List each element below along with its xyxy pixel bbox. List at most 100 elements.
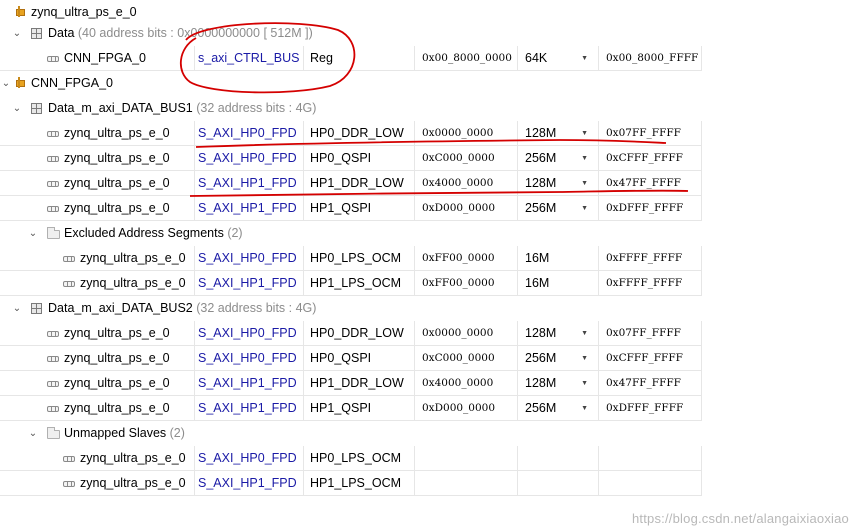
item-count: (2) [227,226,243,240]
cell-interface: S_AXI_HP0_FPD [195,246,304,271]
tree-node-excluded-segments[interactable]: ⌄ Excluded Address Segments (2) [0,221,702,246]
table-row[interactable]: zynq_ultra_ps_e_0 S_AXI_HP1_FPD HP1_DDR_… [0,371,702,396]
watermark: https://blog.csdn.net/alangaixiaoxiao [632,511,849,526]
cell-interface: S_AXI_HP0_FPD [195,146,304,171]
chevron-down-icon[interactable]: ⌄ [27,221,39,246]
cell-high-address: 0x07FF_FFFF [599,321,702,346]
tree-node-unmapped-slaves[interactable]: ⌄ Unmapped Slaves (2) [0,421,702,446]
cell-offset[interactable]: 0xC000_0000 [415,146,518,171]
cell-high-address: 0xDFFF_FFFF [599,396,702,421]
table-row[interactable]: zynq_ultra_ps_e_0 S_AXI_HP0_FPD HP0_DDR_… [0,121,702,146]
cell-range: 16M [518,271,599,296]
dropdown-arrow-icon[interactable]: ▼ [581,146,588,171]
range-select[interactable]: 128M ▼ [518,321,599,346]
table-row[interactable]: zynq_ultra_ps_e_0 S_AXI_HP1_FPD HP1_QSPI… [0,196,702,221]
cell-name: zynq_ultra_ps_e_0 [80,251,186,265]
cell-segment: HP0_DDR_LOW [304,121,415,146]
cell-segment: HP0_QSPI [304,346,415,371]
cell-segment: HP1_DDR_LOW [304,371,415,396]
cell-name: CNN_FPGA_0 [64,51,146,65]
range-select[interactable]: 256M ▼ [518,146,599,171]
cell-offset[interactable]: 0x4000_0000 [415,371,518,396]
chevron-down-icon[interactable]: ⌄ [27,421,39,446]
item-count: (2) [169,426,185,440]
chevron-down-icon[interactable]: ⌄ [11,296,23,321]
cell-offset[interactable]: 0xD000_0000 [415,196,518,221]
dropdown-arrow-icon[interactable]: ▼ [581,346,588,371]
range-select[interactable]: 256M ▼ [518,196,599,221]
dropdown-arrow-icon[interactable]: ▼ [581,321,588,346]
cell-offset: 0xFF00_0000 [415,271,518,296]
table-row[interactable]: zynq_ultra_ps_e_0 S_AXI_HP1_FPD HP1_DDR_… [0,171,702,196]
segment-icon [63,481,75,487]
chevron-down-icon[interactable]: ⌄ [11,21,23,46]
cell-offset [415,471,518,496]
segment-icon [47,206,59,212]
table-row[interactable]: zynq_ultra_ps_e_0 S_AXI_HP0_FPD HP0_LPS_… [0,246,702,271]
dropdown-arrow-icon[interactable]: ▼ [581,171,588,196]
segment-icon [47,56,59,62]
chevron-down-icon[interactable]: ⌄ [0,71,12,96]
table-row[interactable]: zynq_ultra_ps_e_0 S_AXI_HP1_FPD HP1_QSPI… [0,396,702,421]
cell-offset[interactable]: 0x0000_0000 [415,121,518,146]
segment-icon [47,356,59,362]
range-select[interactable]: 256M ▼ [518,346,599,371]
table-row[interactable]: zynq_ultra_ps_e_0 S_AXI_HP0_FPD HP0_QSPI… [0,146,702,171]
cell-name: zynq_ultra_ps_e_0 [64,201,170,215]
cell-name: zynq_ultra_ps_e_0 [80,476,186,490]
table-row[interactable]: zynq_ultra_ps_e_0 S_AXI_HP0_FPD HP0_QSPI… [0,346,702,371]
cell-high-address: 0xCFFF_FFFF [599,146,702,171]
dropdown-arrow-icon[interactable]: ▼ [581,46,588,71]
node-label: Data_m_axi_DATA_BUS2 (32 address bits : … [48,301,317,315]
cell-segment: HP0_DDR_LOW [304,321,415,346]
cell-range [518,471,599,496]
table-row[interactable]: zynq_ultra_ps_e_0 S_AXI_HP0_FPD HP0_DDR_… [0,321,702,346]
tree-node-cnn-fpga[interactable]: ⌄ CNN_FPGA_0 [0,71,702,96]
range-select[interactable]: 128M ▼ [518,371,599,396]
cell-offset[interactable]: 0x0000_0000 [415,321,518,346]
node-label: Data (40 address bits : 0x0000000000 [ 5… [48,26,313,40]
cell-interface: S_AXI_HP0_FPD [195,321,304,346]
segment-icon [47,331,59,337]
table-row[interactable]: zynq_ultra_ps_e_0 S_AXI_HP0_FPD HP0_LPS_… [0,446,702,471]
cell-offset[interactable]: 0x00_8000_0000 [415,46,518,71]
tree-node-data-bus1[interactable]: ⌄ Data_m_axi_DATA_BUS1 (32 address bits … [0,96,702,121]
cell-interface: S_AXI_HP1_FPD [195,471,304,496]
cell-interface: S_AXI_HP0_FPD [195,346,304,371]
segment-icon [47,181,59,187]
range-select[interactable]: 128M ▼ [518,171,599,196]
cell-offset: 0xFF00_0000 [415,246,518,271]
cell-offset[interactable]: 0xD000_0000 [415,396,518,421]
dropdown-arrow-icon[interactable]: ▼ [581,196,588,221]
cell-name: zynq_ultra_ps_e_0 [64,176,170,190]
tree-node-data-space[interactable]: ⌄ Data (40 address bits : 0x0000000000 [… [0,21,702,46]
dropdown-arrow-icon[interactable]: ▼ [581,396,588,421]
cell-range [518,446,599,471]
node-label: CNN_FPGA_0 [31,76,113,90]
range-select[interactable]: 64K ▼ [518,46,599,71]
range-select[interactable]: 256M ▼ [518,396,599,421]
address-space-detail: (32 address bits : 4G) [196,101,317,115]
cell-offset[interactable]: 0x4000_0000 [415,171,518,196]
segment-icon [63,281,75,287]
segment-icon [47,406,59,412]
cell-high-address: 0x47FF_FFFF [599,371,702,396]
node-label: Data_m_axi_DATA_BUS1 (32 address bits : … [48,101,317,115]
cell-segment: HP1_QSPI [304,196,415,221]
table-row[interactable]: zynq_ultra_ps_e_0 S_AXI_HP1_FPD HP1_LPS_… [0,471,702,496]
address-space-icon [31,103,42,114]
chevron-down-icon[interactable]: ⌄ [11,96,23,121]
cell-name: zynq_ultra_ps_e_0 [64,126,170,140]
cell-name: zynq_ultra_ps_e_0 [64,376,170,390]
cell-segment: HP0_LPS_OCM [304,246,415,271]
cell-interface: S_AXI_HP1_FPD [195,396,304,421]
dropdown-arrow-icon[interactable]: ▼ [581,371,588,396]
cell-offset[interactable]: 0xC000_0000 [415,346,518,371]
cell-name: zynq_ultra_ps_e_0 [64,151,170,165]
tree-node-data-bus2[interactable]: ⌄ Data_m_axi_DATA_BUS2 (32 address bits … [0,296,702,321]
dropdown-arrow-icon[interactable]: ▼ [581,121,588,146]
table-row[interactable]: CNN_FPGA_0 s_axi_CTRL_BUS Reg 0x00_8000_… [0,46,702,71]
range-select[interactable]: 128M ▼ [518,121,599,146]
table-row[interactable]: zynq_ultra_ps_e_0 S_AXI_HP1_FPD HP1_LPS_… [0,271,702,296]
folder-icon [47,427,60,439]
